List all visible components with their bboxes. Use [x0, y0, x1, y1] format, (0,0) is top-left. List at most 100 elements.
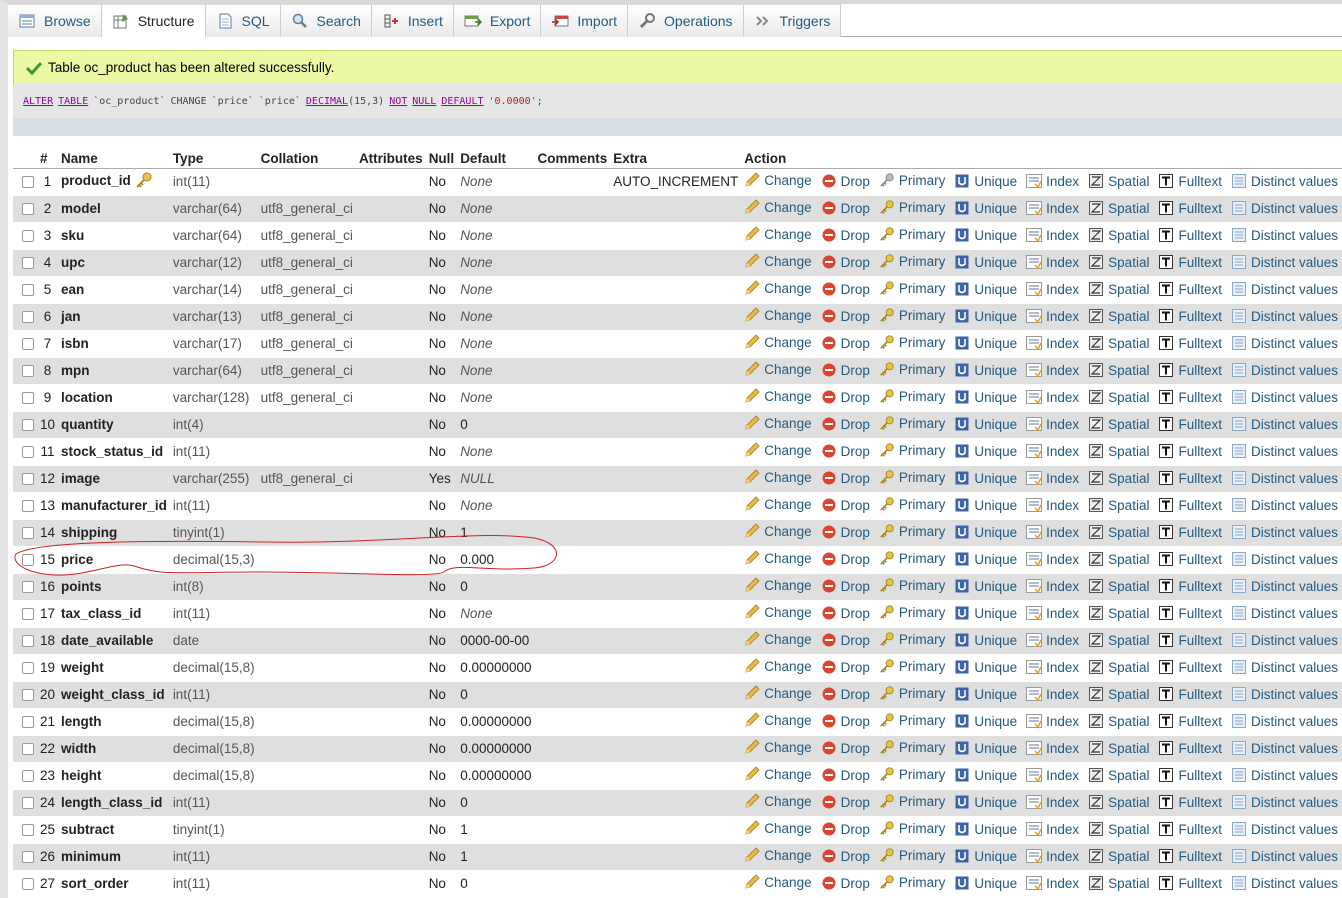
column-name[interactable]: manufacturer_id: [58, 492, 170, 520]
drop-link[interactable]: Drop: [821, 497, 870, 513]
row-checkbox[interactable]: [13, 357, 37, 385]
drop-link[interactable]: Drop: [821, 227, 870, 243]
fulltext-link[interactable]: Fulltext: [1158, 794, 1222, 810]
sql-keyword-null[interactable]: NULL: [412, 96, 436, 107]
unique-link[interactable]: Unique: [954, 281, 1017, 297]
header-name[interactable]: Name: [58, 150, 170, 169]
index-link[interactable]: Index: [1026, 173, 1079, 189]
index-link[interactable]: Index: [1026, 767, 1079, 783]
column-name[interactable]: points: [58, 573, 170, 601]
row-checkbox[interactable]: [13, 465, 37, 493]
change-link[interactable]: Change: [744, 739, 812, 755]
change-link[interactable]: Change: [744, 577, 812, 593]
column-name[interactable]: model: [58, 195, 170, 223]
sql-keyword-table[interactable]: TABLE: [58, 96, 88, 107]
spatial-link[interactable]: Spatial: [1088, 605, 1149, 621]
distinct-values-link[interactable]: Distinct values: [1231, 254, 1338, 270]
row-checkbox[interactable]: [13, 492, 37, 520]
spatial-link[interactable]: Spatial: [1088, 875, 1149, 891]
row-checkbox[interactable]: [13, 276, 37, 304]
primary-link[interactable]: Primary: [879, 766, 945, 782]
unique-link[interactable]: Unique: [954, 254, 1017, 270]
drop-link[interactable]: Drop: [821, 740, 870, 756]
unique-link[interactable]: Unique: [954, 227, 1017, 243]
row-checkbox[interactable]: [13, 168, 37, 196]
drop-link[interactable]: Drop: [821, 551, 870, 567]
index-link[interactable]: Index: [1026, 497, 1079, 513]
index-link[interactable]: Index: [1026, 227, 1079, 243]
fulltext-link[interactable]: Fulltext: [1158, 227, 1222, 243]
fulltext-link[interactable]: Fulltext: [1158, 740, 1222, 756]
primary-link[interactable]: Primary: [879, 199, 945, 215]
unique-link[interactable]: Unique: [954, 740, 1017, 756]
tab-structure[interactable]: Structure: [101, 4, 206, 38]
unique-link[interactable]: Unique: [954, 416, 1017, 432]
spatial-link[interactable]: Spatial: [1088, 821, 1149, 837]
index-link[interactable]: Index: [1026, 875, 1079, 891]
distinct-values-link[interactable]: Distinct values: [1231, 875, 1338, 891]
distinct-values-link[interactable]: Distinct values: [1231, 470, 1338, 486]
primary-link[interactable]: Primary: [879, 253, 945, 269]
spatial-link[interactable]: Spatial: [1088, 470, 1149, 486]
row-checkbox[interactable]: [13, 384, 37, 412]
fulltext-link[interactable]: Fulltext: [1158, 875, 1222, 891]
change-link[interactable]: Change: [744, 793, 812, 809]
fulltext-link[interactable]: Fulltext: [1158, 443, 1222, 459]
row-checkbox[interactable]: [13, 195, 37, 223]
primary-link[interactable]: Primary: [879, 280, 945, 296]
drop-link[interactable]: Drop: [821, 605, 870, 621]
primary-link[interactable]: Primary: [879, 523, 945, 539]
distinct-values-link[interactable]: Distinct values: [1231, 686, 1338, 702]
spatial-link[interactable]: Spatial: [1088, 335, 1149, 351]
fulltext-link[interactable]: Fulltext: [1158, 254, 1222, 270]
spatial-link[interactable]: Spatial: [1088, 362, 1149, 378]
spatial-link[interactable]: Spatial: [1088, 497, 1149, 513]
distinct-values-link[interactable]: Distinct values: [1231, 389, 1338, 405]
tab-export[interactable]: Export: [453, 4, 542, 37]
spatial-link[interactable]: Spatial: [1088, 443, 1149, 459]
column-name[interactable]: weight_class_id: [58, 681, 170, 709]
drop-link[interactable]: Drop: [821, 659, 870, 675]
change-link[interactable]: Change: [744, 874, 812, 890]
row-checkbox[interactable]: [13, 330, 37, 358]
index-link[interactable]: Index: [1026, 470, 1079, 486]
row-checkbox[interactable]: [13, 870, 37, 898]
drop-link[interactable]: Drop: [821, 524, 870, 540]
spatial-link[interactable]: Spatial: [1088, 308, 1149, 324]
distinct-values-link[interactable]: Distinct values: [1231, 281, 1338, 297]
sql-keyword-alter[interactable]: ALTER: [23, 96, 53, 107]
spatial-link[interactable]: Spatial: [1088, 281, 1149, 297]
row-checkbox[interactable]: [13, 438, 37, 466]
index-link[interactable]: Index: [1026, 200, 1079, 216]
tab-search[interactable]: Search: [280, 4, 372, 37]
index-link[interactable]: Index: [1026, 335, 1079, 351]
fulltext-link[interactable]: Fulltext: [1158, 578, 1222, 594]
fulltext-link[interactable]: Fulltext: [1158, 416, 1222, 432]
row-checkbox[interactable]: [13, 654, 37, 682]
change-link[interactable]: Change: [744, 334, 812, 350]
sql-keyword-not[interactable]: NOT: [389, 96, 407, 107]
column-name[interactable]: length: [58, 708, 170, 736]
primary-link[interactable]: Primary: [879, 307, 945, 323]
spatial-link[interactable]: Spatial: [1088, 767, 1149, 783]
change-link[interactable]: Change: [744, 631, 812, 647]
fulltext-link[interactable]: Fulltext: [1158, 821, 1222, 837]
change-link[interactable]: Change: [744, 685, 812, 701]
column-name[interactable]: image: [58, 465, 170, 493]
change-link[interactable]: Change: [744, 280, 812, 296]
header-attributes[interactable]: Attributes: [355, 150, 426, 169]
column-name[interactable]: width: [58, 735, 170, 763]
unique-link[interactable]: Unique: [954, 578, 1017, 594]
spatial-link[interactable]: Spatial: [1088, 713, 1149, 729]
index-link[interactable]: Index: [1026, 524, 1079, 540]
unique-link[interactable]: Unique: [954, 470, 1017, 486]
spatial-link[interactable]: Spatial: [1088, 686, 1149, 702]
distinct-values-link[interactable]: Distinct values: [1231, 659, 1338, 675]
drop-link[interactable]: Drop: [821, 308, 870, 324]
fulltext-link[interactable]: Fulltext: [1158, 713, 1222, 729]
distinct-values-link[interactable]: Distinct values: [1231, 497, 1338, 513]
index-link[interactable]: Index: [1026, 416, 1079, 432]
primary-link[interactable]: Primary: [879, 739, 945, 755]
header-type[interactable]: Type: [169, 150, 258, 169]
change-link[interactable]: Change: [744, 523, 812, 539]
